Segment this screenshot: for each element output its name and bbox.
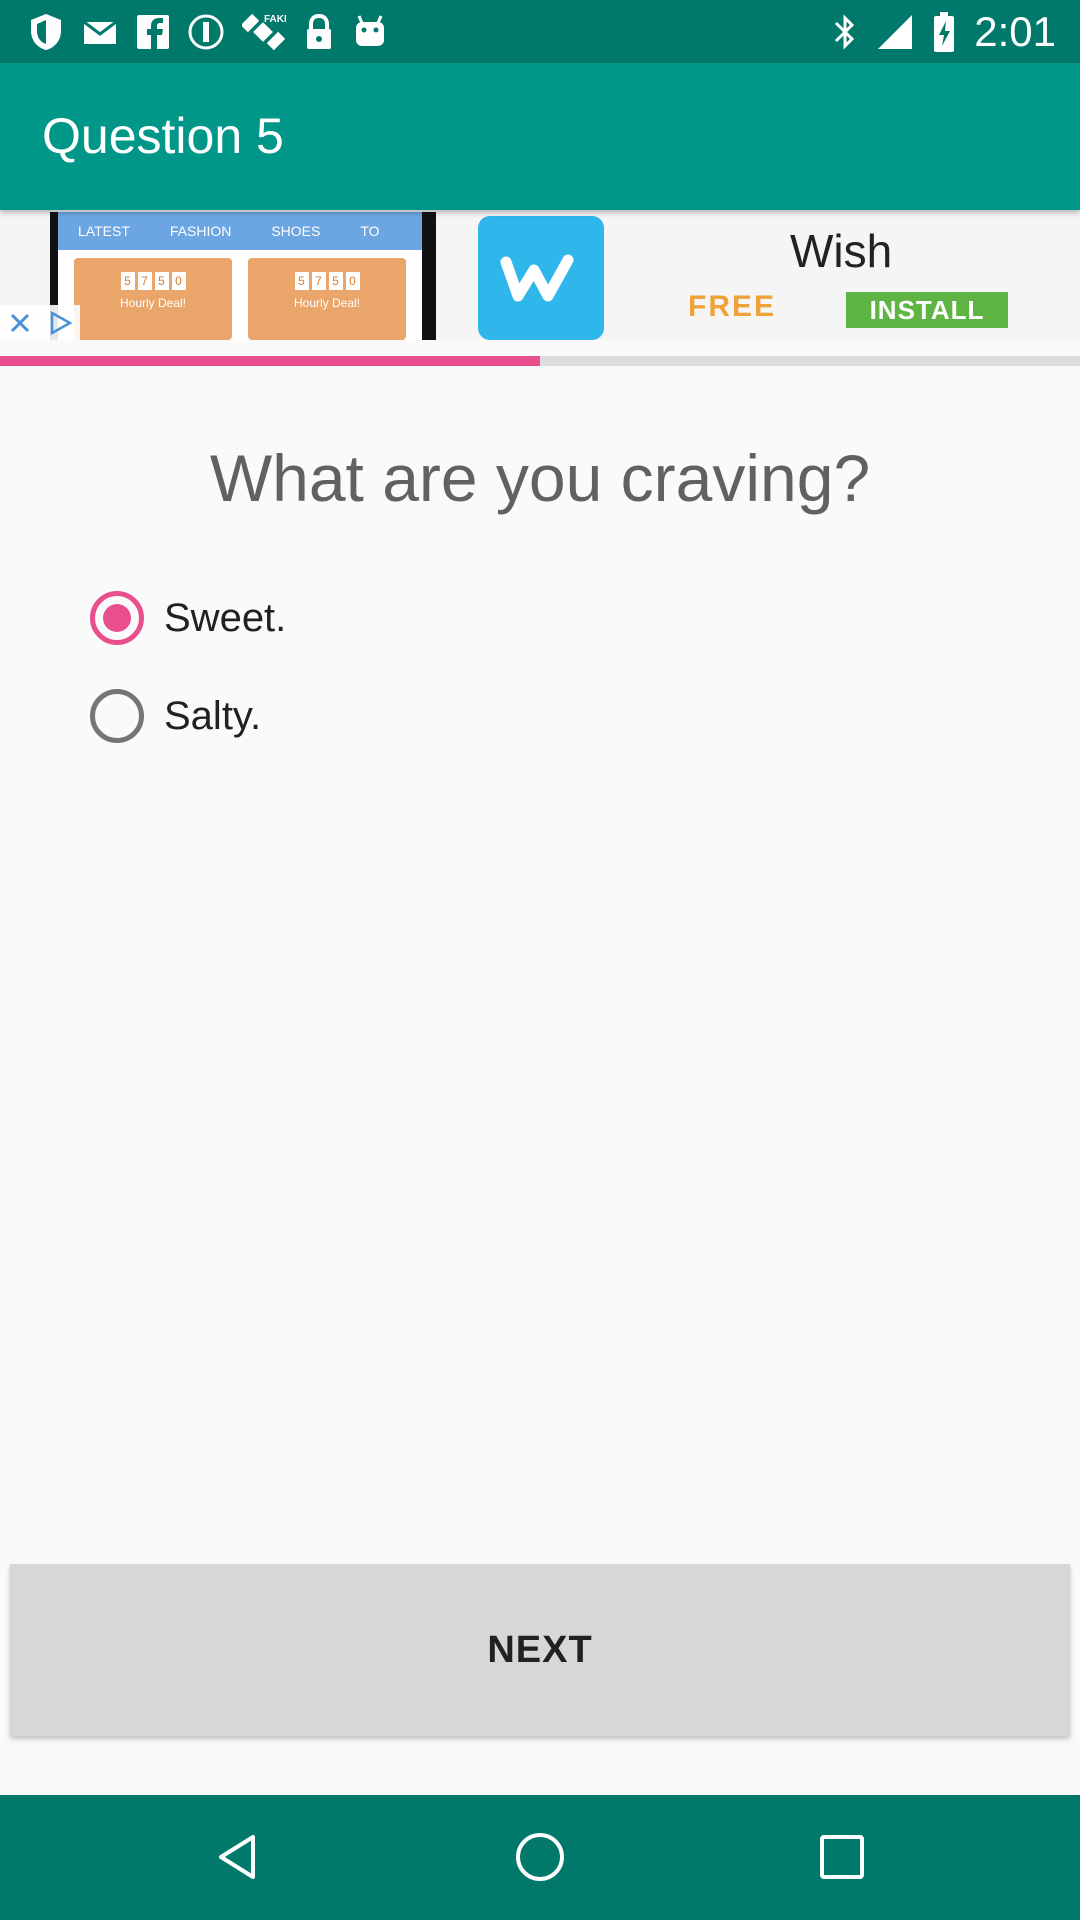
battery-icon [932,11,956,53]
status-notification-icons: FAKE [28,8,388,56]
option-salty[interactable]: Salty. [90,686,261,746]
ad-install-button[interactable]: INSTALL [846,292,1008,328]
radio-button[interactable] [90,591,144,645]
ad-deal-digit: 0 [171,272,186,290]
ad-close-icon[interactable] [0,305,40,340]
mail-icon [82,16,118,48]
shield-icon [28,12,64,52]
progress-bar [0,356,1080,366]
ad-deal-digit: 5 [328,272,343,290]
option-label: Sweet. [164,595,287,640]
ad-deal-card: 5 7 5 0 Hourly Deal! [74,258,232,340]
navigation-bar [0,1795,1080,1920]
bluetooth-icon [832,13,858,51]
status-system-icons: 2:01 [832,8,1056,56]
ad-tabs: LATEST FASHION SHOES TO [58,212,422,250]
recents-icon[interactable] [802,1817,882,1897]
ad-phone-image: LATEST FASHION SHOES TO 5 7 5 0 Hourly D… [50,212,436,340]
ad-deal-label: Hourly Deal! [293,296,361,310]
ad-deal-digit: 5 [154,272,169,290]
facebook-icon [136,14,170,50]
home-icon[interactable] [500,1817,580,1897]
ad-deal-digit: 5 [294,272,309,290]
android-icon [352,14,388,50]
svg-text:FAKE: FAKE [264,14,286,25]
lock-icon [304,13,334,51]
satellite-icon: FAKE [242,11,286,53]
ad-choices-icon[interactable] [40,305,80,340]
ad-tab: LATEST [78,223,130,239]
status-bar: FAKE 2:01 [0,0,1080,63]
ad-deal-label: Hourly Deal! [119,296,187,310]
page-title: Question 5 [42,108,284,164]
ad-deal-digit: 7 [311,272,326,290]
back-icon[interactable] [198,1817,278,1897]
ad-deal-card: 5 7 5 0 Hourly Deal! [248,258,406,340]
ad-deal-digit: 0 [345,272,360,290]
ad-banner[interactable]: LATEST FASHION SHOES TO 5 7 5 0 Hourly D… [0,210,1080,340]
radio-button[interactable] [90,689,144,743]
ad-tab: SHOES [271,223,321,239]
info-circle-icon [188,14,224,50]
ad-tab: TO [360,223,380,239]
next-button[interactable]: NEXT [10,1564,1070,1736]
clock: 2:01 [974,8,1056,55]
question-text: What are you craving? [209,441,871,515]
ad-tab: FASHION [169,223,232,239]
ad-deal-digit: 7 [137,272,152,290]
progress-bar-fill [0,356,540,366]
ad-phone-screen: LATEST FASHION SHOES TO 5 7 5 0 Hourly D… [58,212,422,340]
ad-deal-digit: 5 [120,272,135,290]
app-bar: Question 5 [0,63,1080,210]
option-label: Salty. [164,693,262,738]
ad-free-label: FREE [688,290,777,323]
option-sweet[interactable]: Sweet. [90,588,286,648]
signal-icon [876,13,914,51]
ad-brand-name: Wish [790,225,893,277]
wish-logo-icon[interactable] [478,216,604,340]
